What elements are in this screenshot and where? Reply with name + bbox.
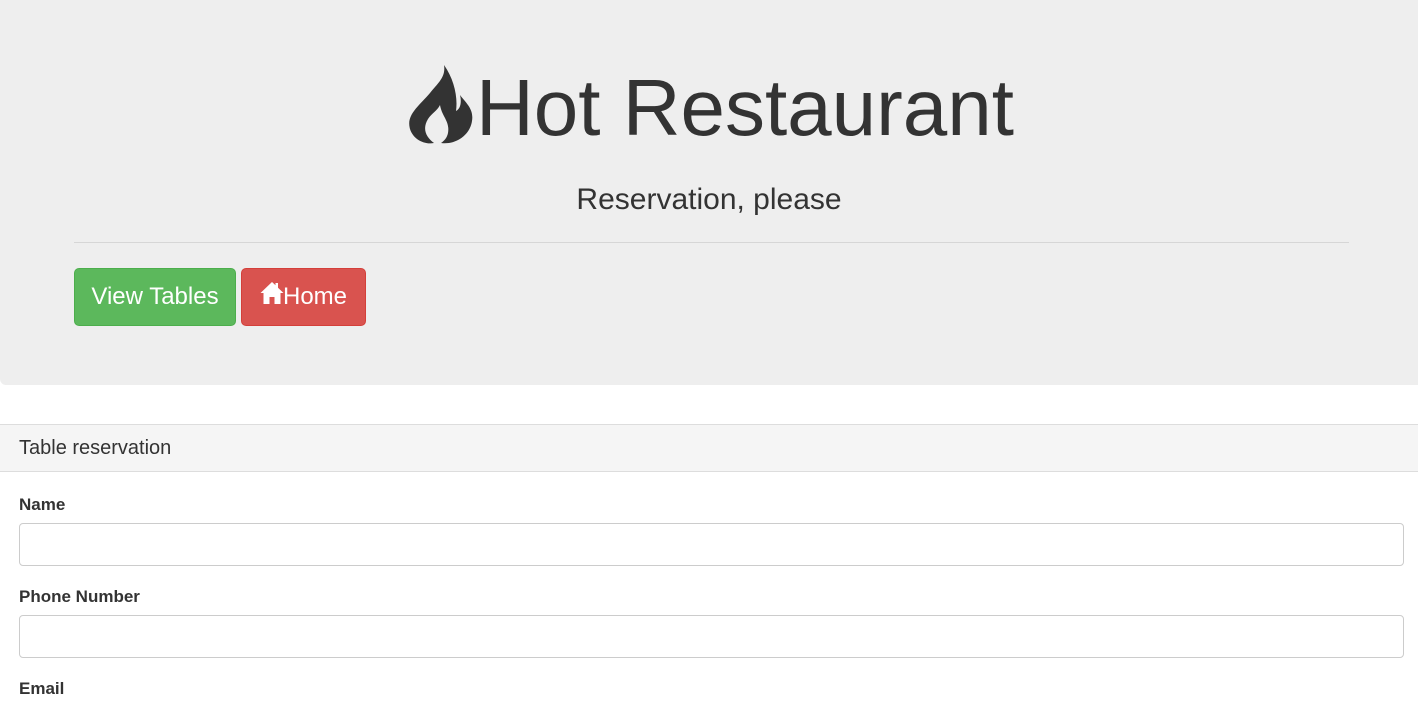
email-label: Email	[19, 679, 65, 698]
fire-icon	[409, 65, 473, 144]
page-subtitle: Reservation, please	[576, 183, 842, 216]
name-input[interactable]	[19, 523, 1404, 566]
phone-number-label: Phone Number	[19, 587, 140, 606]
reservation-panel: Table reservation Name Phone Number Emai…	[0, 424, 1418, 725]
phone-number-input[interactable]	[19, 615, 1404, 658]
name-label: Name	[19, 495, 66, 514]
home-button[interactable]: Home	[241, 268, 366, 326]
page-title: Hot Restaurant	[0, 58, 1418, 158]
view-tables-label: View Tables	[91, 283, 219, 310]
home-icon	[260, 282, 284, 304]
panel-heading: Table reservation	[0, 425, 1418, 472]
page-title-text: Hot Restaurant	[475, 63, 1015, 152]
home-label: Home	[282, 283, 348, 310]
jumbotron-header: Hot Restaurant Reservation, please View …	[0, 0, 1418, 385]
header-divider	[74, 242, 1349, 243]
view-tables-button[interactable]: View Tables	[74, 268, 236, 326]
